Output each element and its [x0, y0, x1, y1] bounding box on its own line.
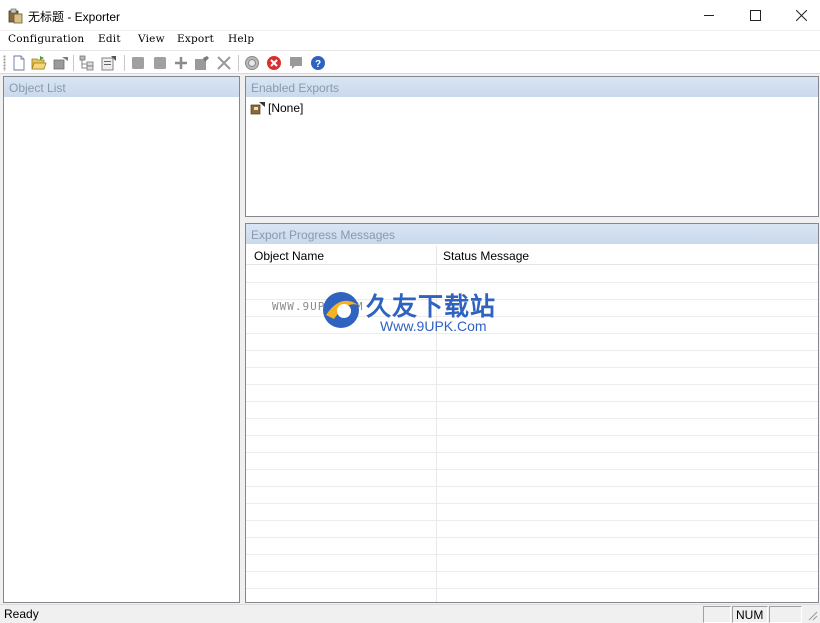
- export-item-label: [None]: [268, 101, 304, 115]
- close-icon: [795, 10, 807, 21]
- comment-icon: [290, 57, 302, 69]
- app-icon: [8, 8, 23, 24]
- add-icon: [175, 57, 187, 69]
- status-indicator-scroll: [769, 606, 802, 623]
- maximize-icon: [749, 10, 761, 21]
- enabled-exports-pane[interactable]: Enabled Exports [None]: [245, 76, 819, 217]
- minimize-button[interactable]: [686, 0, 732, 31]
- svg-text:?: ?: [315, 59, 321, 70]
- progress-list-header: Object Name Status Message: [246, 245, 818, 265]
- toolbar: ?: [0, 50, 820, 74]
- properties-button[interactable]: [100, 54, 118, 72]
- menu-help[interactable]: Help: [228, 33, 254, 45]
- progress-list-body[interactable]: [246, 266, 818, 602]
- target-button[interactable]: [243, 54, 261, 72]
- status-indicator-caps: [703, 606, 731, 623]
- properties-icon: [101, 56, 116, 71]
- edit-icon: [195, 56, 209, 70]
- resize-grip-icon[interactable]: [806, 609, 818, 621]
- help-icon: ?: [311, 56, 325, 70]
- stop-alt-button[interactable]: [151, 54, 169, 72]
- stop-button[interactable]: [129, 54, 147, 72]
- tree-view-button[interactable]: [78, 54, 96, 72]
- close-button[interactable]: [778, 0, 820, 31]
- menu-export[interactable]: Export: [177, 33, 214, 45]
- new-button[interactable]: [10, 54, 28, 72]
- menu-edit[interactable]: Edit: [98, 33, 121, 45]
- edit-button[interactable]: [193, 54, 211, 72]
- delete-icon: [217, 56, 231, 70]
- export-item-icon: [250, 102, 265, 115]
- menu-bar: Configuration Edit View Export Help: [0, 31, 820, 50]
- cancel-icon: [267, 56, 281, 70]
- column-status-message[interactable]: Status Message: [443, 249, 529, 263]
- export-disabled-icon: [53, 57, 68, 70]
- object-list-header: Object List: [4, 77, 239, 97]
- open-button[interactable]: [30, 54, 48, 72]
- toolbar-separator: [238, 55, 239, 71]
- stop-alt-icon: [154, 57, 166, 69]
- minimize-icon: [703, 15, 714, 16]
- toolbar-grip[interactable]: [3, 55, 6, 71]
- comment-button[interactable]: [287, 54, 305, 72]
- cancel-button[interactable]: [265, 54, 283, 72]
- title-bar: 无标题 - Exporter: [0, 0, 820, 31]
- stop-icon: [132, 57, 144, 69]
- maximize-button[interactable]: [732, 0, 778, 31]
- help-button[interactable]: ?: [309, 54, 327, 72]
- window-title: 无标题 - Exporter: [28, 10, 121, 24]
- column-divider[interactable]: [436, 246, 437, 264]
- toolbar-separator: [124, 55, 125, 71]
- column-gridline: [436, 266, 437, 602]
- column-object-name[interactable]: Object Name: [254, 249, 324, 263]
- target-icon: [245, 56, 259, 70]
- workspace: Object List Enabled Exports [None] Expor…: [0, 74, 820, 604]
- status-bar: Ready NUM: [0, 604, 820, 623]
- menu-view[interactable]: View: [138, 33, 165, 45]
- export-progress-pane: Export Progress Messages Object Name Sta…: [245, 223, 819, 603]
- export-button[interactable]: [52, 54, 70, 72]
- status-indicator-num: NUM: [732, 606, 768, 623]
- export-list-item[interactable]: [None]: [250, 101, 303, 115]
- open-folder-icon: [31, 56, 47, 70]
- add-button[interactable]: [172, 54, 190, 72]
- toolbar-separator: [73, 55, 74, 71]
- enabled-exports-header: Enabled Exports: [246, 77, 818, 97]
- object-list-pane[interactable]: Object List: [3, 76, 240, 603]
- export-progress-header: Export Progress Messages: [246, 224, 818, 244]
- status-text: Ready: [4, 607, 39, 621]
- new-icon: [13, 55, 25, 71]
- tree-view-icon: [79, 55, 94, 71]
- delete-button[interactable]: [215, 54, 233, 72]
- menu-configuration[interactable]: Configuration: [8, 33, 84, 45]
